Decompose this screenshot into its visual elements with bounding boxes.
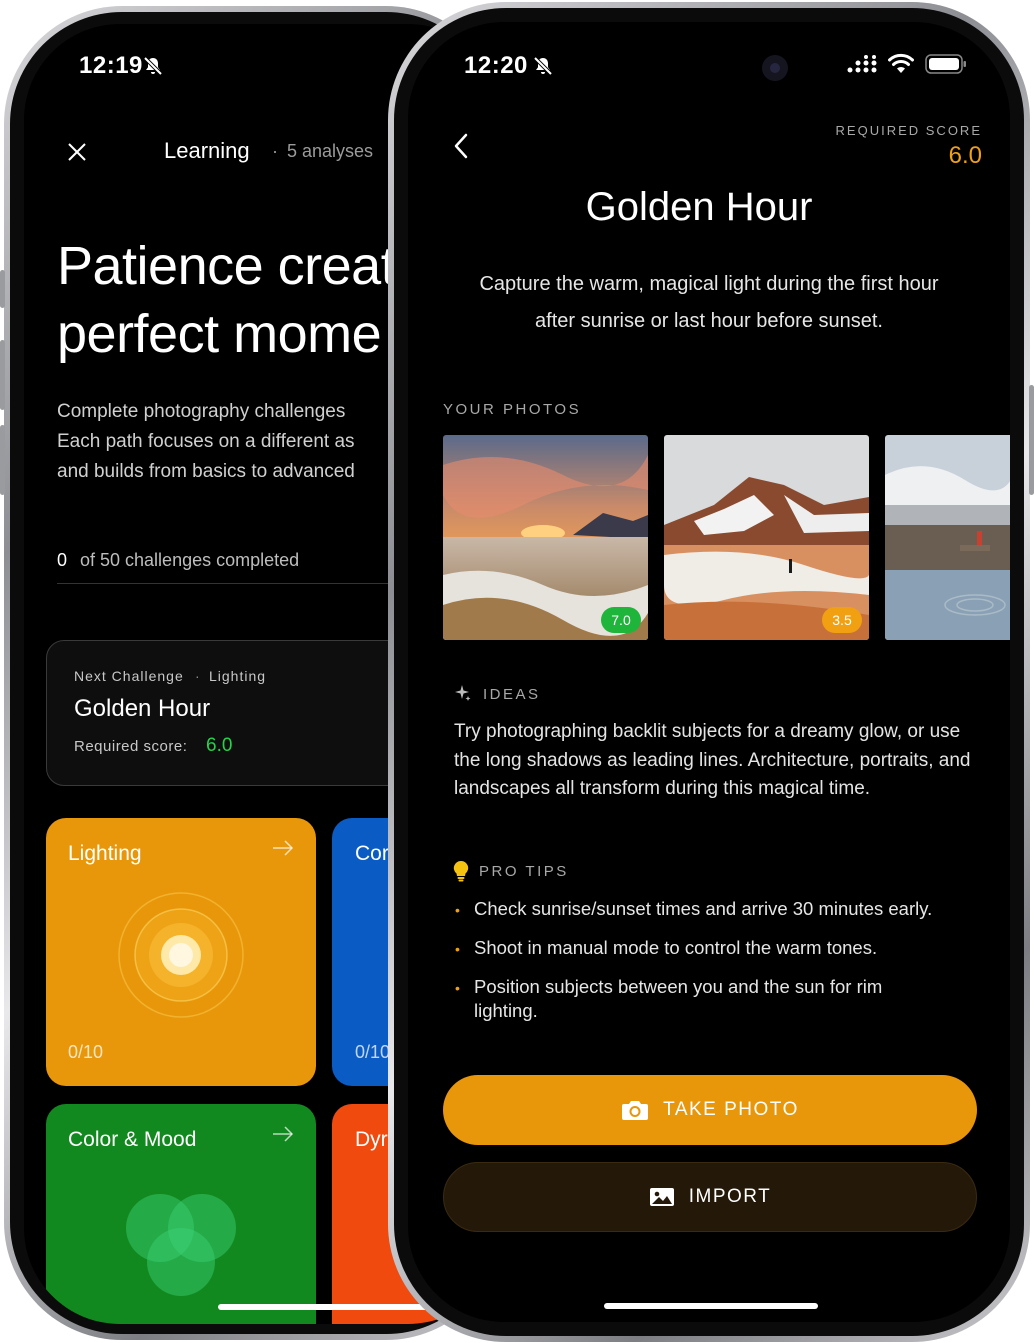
take-photo-button[interactable]: TAKE PHOTO <box>443 1075 977 1145</box>
arrow-right-icon <box>273 1126 294 1142</box>
page-title: Golden Hour <box>585 185 813 229</box>
header-title: Learning <box>164 138 250 163</box>
hero-line-1: Patience creat <box>57 236 396 296</box>
tile-color-mood-title: Color & Mood <box>68 1128 197 1151</box>
description-line-2: Each path focuses on a different as <box>57 431 355 452</box>
tile-composition-count: 0/10 <box>355 1042 391 1062</box>
required-score-value: 6.0 <box>206 735 233 756</box>
close-icon[interactable] <box>66 141 88 163</box>
tile-lighting-title: Lighting <box>68 842 142 865</box>
required-score-value: 6.0 <box>948 142 982 169</box>
header-separator: · <box>272 141 278 161</box>
front-camera <box>762 55 788 81</box>
ideas-label: IDEAS <box>483 686 541 703</box>
tip-item: Check sunrise/sunset times and arrive 30… <box>474 898 933 919</box>
bell-slash-icon <box>143 56 163 76</box>
image-icon <box>649 1188 674 1206</box>
photo-thumbnail[interactable] <box>885 435 1010 640</box>
next-challenge-category: Lighting <box>209 668 267 684</box>
progress-text: of 50 challenges completed <box>80 550 300 570</box>
cellular-signal-icon <box>847 55 877 73</box>
tile-lighting-count: 0/10 <box>68 1042 104 1062</box>
photo-thumbnail[interactable]: 7.0 <box>443 435 648 640</box>
challenge-detail-screen: 12:20 REQUIRED SCORE 6.0 Golden Hour Cap… <box>408 22 1010 1322</box>
tip-item: Shoot in manual mode to control the warm… <box>474 937 878 958</box>
home-indicator <box>218 1304 438 1310</box>
tip-bullet: • <box>455 902 460 918</box>
volume-up-button <box>0 340 5 410</box>
mute-switch <box>0 270 5 308</box>
tile-color-mood[interactable]: Color & Mood <box>46 1104 316 1324</box>
next-challenge-dot: · <box>195 668 200 684</box>
import-button[interactable]: IMPORT <box>443 1162 977 1232</box>
arrow-right-icon <box>273 840 294 856</box>
lake-pier-image <box>885 435 1010 640</box>
bell-slash-icon <box>533 56 553 76</box>
next-challenge-title: Golden Hour <box>74 695 211 722</box>
score-badge: 7.0 <box>601 607 641 633</box>
tip-bullet: • <box>455 980 460 996</box>
description-line-3: and builds from basics to advanced <box>57 461 355 482</box>
tile-composition-title: Cor <box>355 842 389 865</box>
volume-down-button <box>0 425 5 495</box>
take-photo-label: TAKE PHOTO <box>663 1099 799 1120</box>
subtitle-line-1: Capture the warm, magical light during t… <box>479 273 939 295</box>
camera-icon <box>622 1101 649 1120</box>
status-time: 12:20 <box>464 52 528 79</box>
status-time: 12:19 <box>79 52 143 79</box>
sparkles-icon <box>455 685 471 701</box>
your-photos-label: YOUR PHOTOS <box>443 401 582 418</box>
overlapping-circles-icon <box>126 1194 236 1296</box>
hero-line-2: perfect mome <box>57 304 382 364</box>
battery-icon <box>925 54 966 74</box>
tip-item: Position subjects between you and the su… <box>474 976 883 1021</box>
tile-lighting[interactable]: Lighting 0/10 <box>46 818 316 1086</box>
score-badge: 3.5 <box>822 607 862 633</box>
subtitle-line-2: after sunrise or last hour before sunset… <box>535 310 883 332</box>
back-chevron-icon[interactable] <box>452 132 470 160</box>
ideas-text: Try photographing backlit subjects for a… <box>454 721 971 799</box>
next-challenge-label: Next Challenge <box>74 668 184 684</box>
pro-tips-label: PRO TIPS <box>479 863 569 880</box>
lightbulb-icon <box>453 860 469 882</box>
tip-bullet: • <box>455 941 460 957</box>
description-line-1: Complete photography challenges <box>57 401 346 422</box>
photo-thumbnail[interactable]: 3.5 <box>664 435 869 640</box>
import-label: IMPORT <box>688 1186 772 1207</box>
progress-count: 0 <box>57 550 68 570</box>
required-score-label: Required score: <box>74 738 188 755</box>
required-score-label: REQUIRED SCORE <box>835 123 982 138</box>
tile-dynamic-title: Dyr <box>355 1128 388 1151</box>
power-button <box>1029 385 1034 495</box>
analyses-count: 5 analyses <box>287 141 374 161</box>
wifi-icon <box>888 53 914 73</box>
home-indicator <box>604 1303 818 1309</box>
sun-rings-icon <box>118 892 244 1018</box>
